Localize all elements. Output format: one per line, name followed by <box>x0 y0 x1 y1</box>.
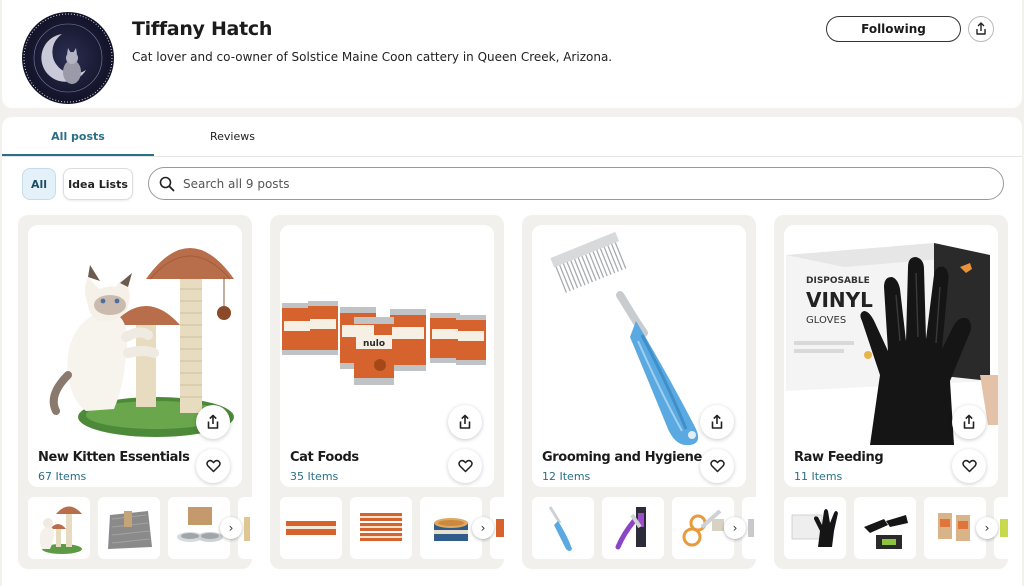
idea-list-card[interactable]: DISPOSABLE VINYL GLOVES Raw Feeding 11 I… <box>774 215 1008 569</box>
thumbnail-strip: › <box>280 497 504 561</box>
heart-icon <box>709 459 725 473</box>
share-list-button[interactable] <box>448 405 482 439</box>
card-item-count: 67 Items <box>38 470 87 483</box>
idea-list-card-body[interactable]: New Kitten Essentials 67 Items <box>28 225 242 487</box>
next-thumbnails-button[interactable]: › <box>724 517 746 539</box>
card-item-count: 12 Items <box>542 470 591 483</box>
share-profile-icon[interactable] <box>968 16 994 42</box>
card-title[interactable]: Raw Feeding <box>794 450 884 465</box>
card-item-count: 35 Items <box>290 470 339 483</box>
product-thumbnail[interactable] <box>602 497 664 559</box>
tab-reviews[interactable]: Reviews <box>210 130 255 143</box>
like-button[interactable] <box>700 449 734 483</box>
share-list-button[interactable] <box>952 405 986 439</box>
card-title[interactable]: Cat Foods <box>290 450 359 465</box>
search-bar[interactable] <box>148 167 1004 200</box>
idea-list-card-body[interactable]: nulo Cat Foods 35 Items <box>280 225 494 487</box>
product-thumbnail[interactable] <box>280 497 342 559</box>
can-brand-text: nulo <box>363 339 385 349</box>
share-list-button[interactable] <box>196 405 230 439</box>
thumbnail-strip: › <box>28 497 252 561</box>
active-tab-indicator <box>2 154 154 156</box>
product-thumbnail[interactable] <box>28 497 90 559</box>
profile-name: Tiffany Hatch <box>132 18 273 40</box>
product-thumbnail[interactable] <box>98 497 160 559</box>
like-button[interactable] <box>448 449 482 483</box>
product-thumbnail[interactable] <box>854 497 916 559</box>
glove-box-text-vinyl: VINYL <box>806 288 873 312</box>
posts-panel: All posts Reviews All Idea Lists Search … <box>2 117 1022 586</box>
product-thumbnail[interactable] <box>350 497 412 559</box>
profile-header: Tiffany Hatch Cat lover and co-owner of … <box>2 0 1022 108</box>
card-title[interactable]: New Kitten Essentials <box>38 450 190 465</box>
chevron-right-icon: › <box>984 521 990 535</box>
next-thumbnails-button[interactable]: › <box>472 517 494 539</box>
tab-all-posts[interactable]: All posts <box>2 130 154 143</box>
product-thumbnail[interactable] <box>784 497 846 559</box>
search-input[interactable] <box>183 176 783 191</box>
heart-icon <box>961 459 977 473</box>
share-list-button[interactable] <box>700 405 734 439</box>
following-button[interactable]: Following <box>826 16 961 42</box>
chevron-right-icon: › <box>228 521 234 535</box>
avatar[interactable] <box>22 12 114 104</box>
chevron-right-icon: › <box>480 521 486 535</box>
glove-box-text-disposable: DISPOSABLE <box>806 276 870 286</box>
filter-idea-lists-button[interactable]: Idea Lists <box>63 168 133 200</box>
share-icon <box>207 414 219 429</box>
tab-bar: All posts Reviews <box>2 117 1022 157</box>
like-button[interactable] <box>952 449 986 483</box>
glove-box-text-gloves: GLOVES <box>806 315 846 326</box>
idea-list-card[interactable]: nulo Cat Foods 35 Items › <box>270 215 504 569</box>
idea-list-card[interactable]: New Kitten Essentials 67 Items › <box>18 215 252 569</box>
product-thumbnail[interactable] <box>532 497 594 559</box>
chevron-right-icon: › <box>732 521 738 535</box>
profile-bio: Cat lover and co-owner of Solstice Maine… <box>132 50 613 64</box>
search-icon <box>159 176 175 191</box>
next-thumbnails-button[interactable]: › <box>220 517 242 539</box>
filter-all-button[interactable]: All <box>22 168 56 200</box>
thumbnail-strip: › <box>532 497 756 561</box>
card-title[interactable]: Grooming and Hygiene <box>542 450 702 465</box>
like-button[interactable] <box>196 449 230 483</box>
thumbnail-strip: › <box>784 497 1008 561</box>
idea-list-card-body[interactable]: Grooming and Hygiene 12 Items <box>532 225 746 487</box>
card-item-count: 11 Items <box>794 470 843 483</box>
idea-list-card-body[interactable]: DISPOSABLE VINYL GLOVES Raw Feeding 11 I… <box>784 225 998 487</box>
heart-icon <box>457 459 473 473</box>
share-icon <box>963 414 975 429</box>
share-icon <box>711 414 723 429</box>
idea-list-card[interactable]: Grooming and Hygiene 12 Items › <box>522 215 756 569</box>
heart-icon <box>205 459 221 473</box>
share-icon <box>459 414 471 429</box>
next-thumbnails-button[interactable]: › <box>976 517 998 539</box>
